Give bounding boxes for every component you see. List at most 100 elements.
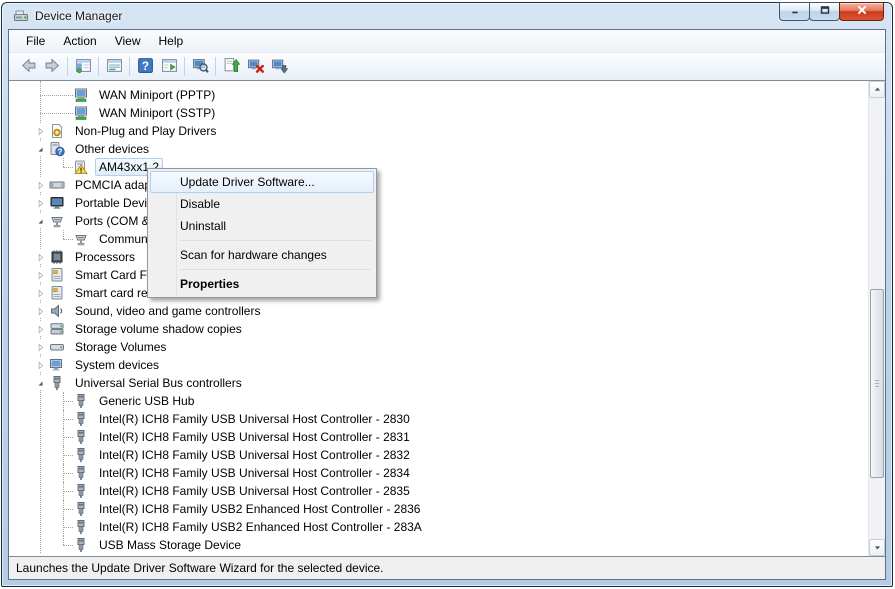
collapsed-arrow-icon[interactable] — [33, 268, 47, 282]
disable-device-button[interactable] — [267, 55, 291, 78]
scrollbar[interactable] — [868, 81, 885, 556]
tree-item[interactable]: USB Mass Storage Device — [9, 536, 868, 554]
back-button[interactable] — [16, 55, 40, 78]
tree-item[interactable]: Intel(R) ICH8 Family USB Universal Host … — [9, 428, 868, 446]
collapsed-arrow-icon[interactable] — [33, 286, 47, 300]
tree-item[interactable]: Smart Card Fil — [9, 266, 868, 284]
tree-item[interactable]: Intel(R) ICH8 Family USB Universal Host … — [9, 410, 868, 428]
tree-item[interactable]: Universal Serial Bus controllers — [9, 374, 868, 392]
tree-item-label: Intel(R) ICH8 Family USB Universal Host … — [95, 410, 414, 428]
expanded-arrow-icon[interactable] — [33, 214, 47, 228]
forward-button[interactable] — [40, 55, 64, 78]
tree-item-label: WAN Miniport (SSTP) — [95, 104, 219, 122]
tree-item[interactable]: Processors — [9, 248, 868, 266]
properties-window-button[interactable] — [102, 55, 126, 78]
menu-item-scan-for-hardware-changes[interactable]: Scan for hardware changes — [150, 244, 374, 266]
scroll-up-icon — [873, 83, 882, 97]
window-controls — [780, 2, 884, 21]
svg-text:?: ? — [58, 147, 63, 156]
tree-item-label: Storage volume shadow copies — [71, 320, 246, 338]
collapsed-arrow-icon[interactable] — [33, 322, 47, 336]
device-tree: WAN Miniport (PPTP)WAN Miniport (SSTP)No… — [9, 81, 868, 556]
toolbar-separator — [67, 57, 68, 76]
tree-item[interactable]: WAN Miniport (PPTP) — [9, 86, 868, 104]
forward-icon — [44, 57, 61, 77]
collapsed-arrow-icon[interactable] — [33, 340, 47, 354]
scroll-down-button[interactable] — [869, 539, 885, 556]
scroll-down-icon — [873, 541, 882, 555]
tree-item-label: Intel(R) ICH8 Family USB Universal Host … — [95, 428, 414, 446]
tree-item[interactable]: Intel(R) ICH8 Family USB2 Enhanced Host … — [9, 518, 868, 536]
pcmcia-icon — [49, 177, 65, 193]
expanded-arrow-icon[interactable] — [33, 142, 47, 156]
tree-item[interactable]: WAN Miniport (SSTP) — [9, 104, 868, 122]
tree-item[interactable]: PCMCIA adap — [9, 176, 868, 194]
action-pane-button[interactable] — [157, 55, 181, 78]
tree-item[interactable]: Storage Volumes — [9, 338, 868, 356]
menu-help[interactable]: Help — [150, 31, 193, 51]
scroll-up-button[interactable] — [869, 81, 885, 98]
tree-connector — [33, 86, 73, 104]
close-button[interactable] — [839, 2, 884, 21]
tree-item-label: Other devices — [71, 140, 153, 158]
tree-item[interactable]: Intel(R) ICH8 Family USB Universal Host … — [9, 464, 868, 482]
usb-icon — [49, 375, 65, 391]
tree-item[interactable]: Storage volume shadow copies — [9, 320, 868, 338]
tree-item[interactable]: Sound, video and game controllers — [9, 302, 868, 320]
menu-file[interactable]: File — [17, 31, 54, 51]
maximize-button[interactable] — [809, 2, 840, 21]
tree-connector — [33, 158, 73, 176]
scan-hardware-button[interactable] — [188, 55, 212, 78]
expanded-arrow-icon[interactable] — [33, 376, 47, 390]
tree-connector — [33, 500, 73, 518]
usb-icon — [73, 519, 89, 535]
usb-icon — [73, 483, 89, 499]
collapsed-arrow-icon[interactable] — [33, 124, 47, 138]
driver-file-icon — [49, 123, 65, 139]
tree-item[interactable]: Smart card rea — [9, 284, 868, 302]
collapsed-arrow-icon[interactable] — [33, 250, 47, 264]
toolbar-separator — [184, 57, 185, 76]
tree-item[interactable]: Intel(R) ICH8 Family USB Universal Host … — [9, 446, 868, 464]
menu-view[interactable]: View — [106, 31, 150, 51]
tree-item[interactable]: Generic USB Hub — [9, 392, 868, 410]
collapsed-arrow-icon[interactable] — [33, 358, 47, 372]
show-console-tree-button[interactable] — [71, 55, 95, 78]
tree-item-label: Intel(R) ICH8 Family USB2 Enhanced Host … — [95, 518, 426, 536]
tree-item[interactable]: Ports (COM & — [9, 212, 868, 230]
tree-connector — [33, 536, 73, 554]
tree-item-label: Non-Plug and Play Drivers — [71, 122, 220, 140]
tree-item[interactable]: Communi — [9, 230, 868, 248]
uninstall-device-button[interactable] — [243, 55, 267, 78]
usb-icon — [73, 447, 89, 463]
menu-item-update-driver-software[interactable]: Update Driver Software... — [150, 171, 374, 193]
speaker-icon — [49, 303, 65, 319]
minimize-button[interactable] — [779, 2, 810, 21]
tree-item[interactable]: Intel(R) ICH8 Family USB Universal Host … — [9, 482, 868, 500]
menu-item-properties[interactable]: Properties — [150, 273, 374, 295]
tree-item[interactable]: ? Other devices — [9, 140, 868, 158]
serial-port-icon — [73, 231, 89, 247]
title-bar[interactable]: Device Manager — [2, 3, 892, 29]
tree-connector — [33, 410, 73, 428]
collapsed-arrow-icon[interactable] — [33, 196, 47, 210]
tree-connector — [33, 104, 73, 122]
menu-bar: FileActionViewHelp — [9, 30, 885, 52]
menu-action[interactable]: Action — [54, 31, 105, 51]
tree-item-label: Universal Serial Bus controllers — [71, 374, 246, 392]
scroll-thumb[interactable] — [870, 289, 884, 478]
update-driver-button[interactable] — [219, 55, 243, 78]
tree-item[interactable]: Non-Plug and Play Drivers — [9, 122, 868, 140]
collapsed-arrow-icon[interactable] — [33, 178, 47, 192]
collapsed-arrow-icon[interactable] — [33, 304, 47, 318]
menu-item-uninstall[interactable]: Uninstall — [150, 215, 374, 237]
close-icon — [855, 3, 869, 20]
tree-item[interactable]: AM43xx1.2 — [9, 158, 868, 176]
tree-item[interactable]: Portable Devic — [9, 194, 868, 212]
help-button[interactable]: ? — [133, 55, 157, 78]
storage-volume-icon — [49, 339, 65, 355]
tree-item[interactable]: Intel(R) ICH8 Family USB2 Enhanced Host … — [9, 500, 868, 518]
network-adapter-icon — [73, 105, 89, 121]
tree-item[interactable]: System devices — [9, 356, 868, 374]
menu-item-disable[interactable]: Disable — [150, 193, 374, 215]
